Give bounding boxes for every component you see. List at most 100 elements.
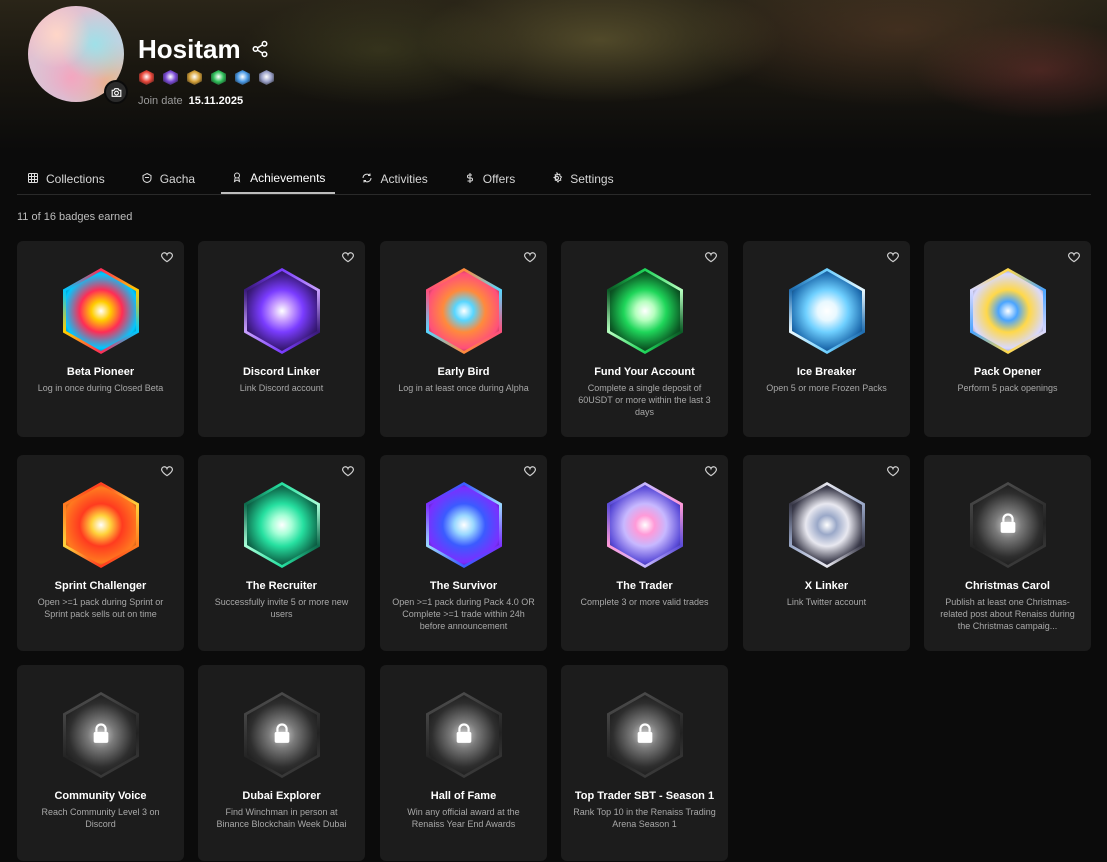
badge-card[interactable]: Sprint Challenger Open >=1 pack during S…	[17, 455, 184, 651]
badge-card[interactable]: X Linker Link Twitter account	[743, 455, 910, 651]
profile-name-row: Hositam	[138, 34, 269, 65]
badge-title: The Recruiter	[246, 580, 317, 592]
badge-card[interactable]: Discord Linker Link Discord account	[198, 241, 365, 437]
avatar-wrapper	[28, 6, 128, 104]
badge-card[interactable]: The Survivor Open >=1 pack during Pack 4…	[380, 455, 547, 651]
badge-card[interactable]: Ice Breaker Open 5 or more Frozen Packs	[743, 241, 910, 437]
heart-icon[interactable]	[704, 464, 718, 478]
tab-label: Settings	[570, 172, 614, 186]
badges-earned-count: 11 of 16 badges earned	[17, 211, 133, 223]
badge-title: Top Trader SBT - Season 1	[574, 790, 715, 802]
badge-title: Beta Pioneer	[66, 366, 135, 378]
heart-icon[interactable]	[704, 250, 718, 264]
tab-label: Offers	[482, 172, 516, 186]
tab-label: Activities	[380, 172, 428, 186]
badge-icon	[63, 482, 139, 568]
tab-settings[interactable]: Settings	[541, 164, 623, 194]
badge-card[interactable]: Hall of Fame Win any official award at t…	[380, 665, 547, 861]
username: Hositam	[138, 34, 241, 64]
badge-description: Rank Top 10 in the Renaiss Trading Arena…	[573, 807, 716, 829]
badge-card[interactable]: The Recruiter Successfully invite 5 or m…	[198, 455, 365, 651]
badge-icon	[426, 268, 502, 354]
lock-icon	[271, 722, 293, 751]
badge-card[interactable]: The Trader Complete 3 or more valid trad…	[561, 455, 728, 651]
tab-label: Collections	[46, 172, 105, 186]
badge-icon	[426, 482, 502, 568]
badge-icon	[789, 482, 865, 568]
badge-title: Sprint Challenger	[54, 580, 147, 592]
badge-icon	[244, 268, 320, 354]
heart-icon[interactable]	[886, 250, 900, 264]
heart-icon[interactable]	[523, 250, 537, 264]
tab-achievements[interactable]: Achievements	[221, 164, 336, 194]
join-date-value: 15.11.2025	[188, 95, 244, 107]
lock-icon	[997, 512, 1019, 541]
lock-icon	[453, 722, 475, 751]
badge-card[interactable]: Dubai Explorer Find Winchman in person a…	[198, 665, 365, 861]
badge-card[interactable]: Community Voice Reach Community Level 3 …	[17, 665, 184, 861]
mini-badge-row	[139, 70, 274, 85]
mini-badge-icon[interactable]	[187, 70, 202, 85]
badge-title: The Survivor	[429, 580, 498, 592]
mini-badge-icon[interactable]	[139, 70, 154, 85]
lock-icon	[90, 722, 112, 751]
badge-description: Successfully invite 5 or more new users	[214, 597, 349, 619]
badge-icon	[607, 482, 683, 568]
tab-collections[interactable]: Collections	[17, 164, 115, 194]
heart-icon[interactable]	[1067, 250, 1081, 264]
badge-icon	[970, 268, 1046, 354]
badge-description: Publish at least one Christmas-related p…	[940, 597, 1075, 631]
badge-description: Log in once during Closed Beta	[37, 383, 164, 393]
join-date-row: Join date 15.11.2025	[138, 95, 243, 107]
badge-description: Open >=1 pack during Pack 4.0 OR Complet…	[392, 597, 535, 631]
mini-badge-icon[interactable]	[211, 70, 226, 85]
badge-card[interactable]: Pack Opener Perform 5 pack openings	[924, 241, 1091, 437]
heart-icon[interactable]	[160, 250, 174, 264]
badge-card[interactable]: Early Bird Log in at least once during A…	[380, 241, 547, 437]
grid-icon	[27, 172, 39, 187]
badge-title: Discord Linker	[242, 366, 321, 378]
badge-icon	[789, 268, 865, 354]
badge-description: Find Winchman in person at Binance Block…	[216, 807, 347, 829]
badge-title: Dubai Explorer	[242, 790, 321, 802]
badge-card[interactable]: Christmas Carol Publish at least one Chr…	[924, 455, 1091, 651]
tab-label: Gacha	[159, 172, 196, 186]
badge-icon	[607, 268, 683, 354]
badge-title: The Trader	[616, 580, 673, 592]
heart-icon[interactable]	[341, 464, 355, 478]
badge-title: Community Voice	[54, 790, 147, 802]
badge-title: Fund Your Account	[594, 366, 695, 378]
tab-offers[interactable]: Offers	[454, 164, 525, 194]
mini-badge-icon[interactable]	[163, 70, 178, 85]
badge-description: Perform 5 pack openings	[957, 383, 1058, 393]
mini-badge-icon[interactable]	[259, 70, 274, 85]
mini-badge-icon[interactable]	[235, 70, 250, 85]
lock-icon	[634, 722, 656, 751]
badge-icon	[244, 482, 320, 568]
join-date-label: Join date	[138, 95, 183, 107]
heart-icon[interactable]	[160, 464, 174, 478]
badge-title: Pack Opener	[973, 366, 1042, 378]
heart-icon[interactable]	[523, 464, 537, 478]
tab-gacha[interactable]: Gacha	[131, 164, 205, 194]
badge-description: Log in at least once during Alpha	[398, 383, 529, 393]
camera-icon[interactable]	[104, 80, 128, 104]
award-icon	[231, 171, 243, 186]
tab-activities[interactable]: Activities	[351, 164, 437, 194]
badge-icon	[63, 268, 139, 354]
badge-description: Win any official award at the Renaiss Ye…	[407, 807, 520, 829]
badge-title: Hall of Fame	[430, 790, 497, 802]
badge-title: X Linker	[804, 580, 849, 592]
dollar-icon	[464, 172, 476, 187]
badge-title: Ice Breaker	[796, 366, 857, 378]
badge-card[interactable]: Fund Your Account Complete a single depo…	[561, 241, 728, 437]
badge-description: Complete 3 or more valid trades	[580, 597, 709, 607]
gacha-icon	[141, 172, 153, 187]
badge-description: Open 5 or more Frozen Packs	[766, 383, 887, 393]
heart-icon[interactable]	[341, 250, 355, 264]
badge-description: Link Discord account	[239, 383, 324, 393]
heart-icon[interactable]	[886, 464, 900, 478]
badge-card[interactable]: Beta Pioneer Log in once during Closed B…	[17, 241, 184, 437]
badge-card[interactable]: Top Trader SBT - Season 1 Rank Top 10 in…	[561, 665, 728, 861]
share-icon[interactable]	[251, 34, 269, 65]
